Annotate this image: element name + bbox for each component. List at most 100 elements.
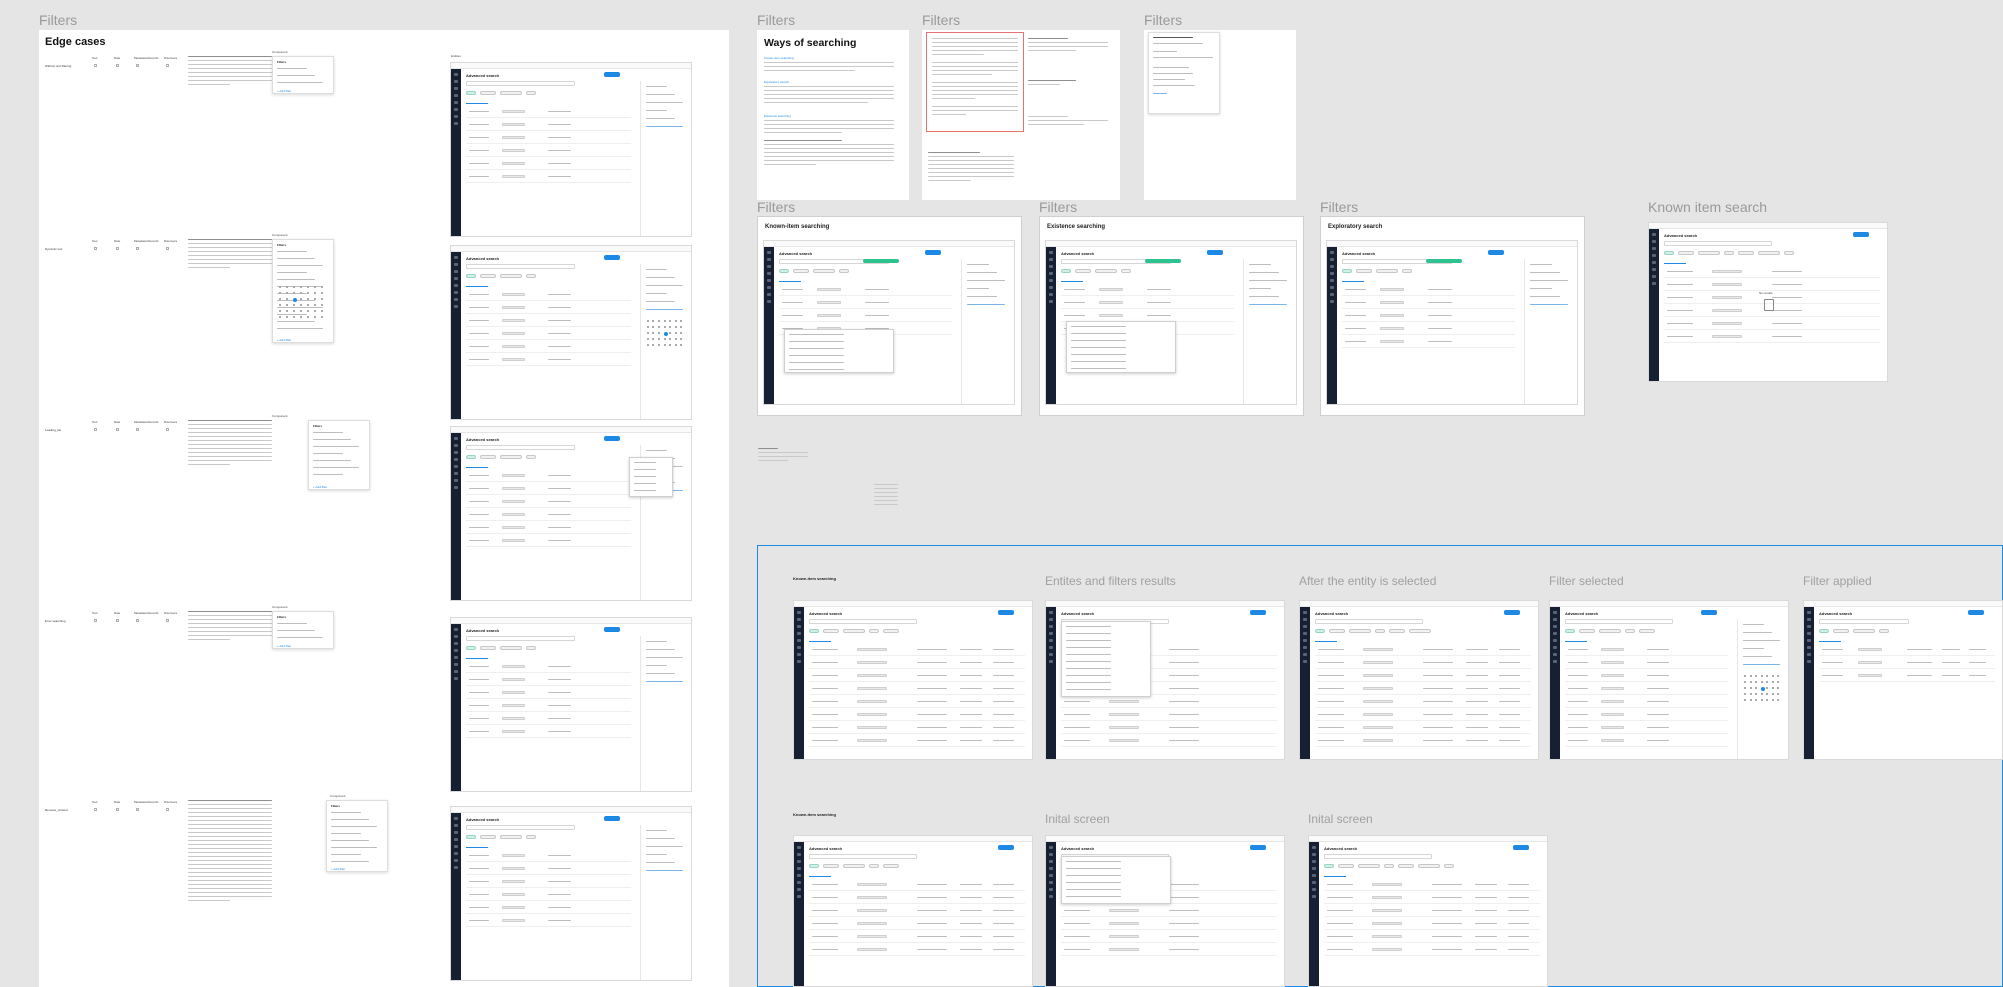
nav-icon[interactable] (1312, 867, 1316, 870)
filter-chip[interactable] (1565, 629, 1575, 633)
nav-icon[interactable] (1049, 279, 1053, 282)
filter-chip[interactable] (526, 835, 536, 839)
nav-icon[interactable] (1807, 653, 1811, 656)
nav-icon[interactable] (454, 817, 458, 820)
nav-icon[interactable] (1807, 611, 1811, 614)
calendar-day[interactable] (1760, 675, 1763, 677)
mini-primary-button[interactable] (1701, 610, 1718, 615)
nav-icon[interactable] (1049, 611, 1053, 614)
filter-chip[interactable] (1444, 864, 1454, 868)
nav-icon[interactable] (797, 653, 801, 656)
calendar-day[interactable] (279, 316, 281, 318)
mini-search-input[interactable] (466, 825, 575, 830)
nav-icon[interactable] (454, 479, 458, 482)
calendar-day[interactable] (321, 310, 323, 312)
mini-tab-active[interactable] (1061, 281, 1083, 282)
edge-checkbox[interactable] (136, 247, 139, 250)
calendar-day[interactable] (307, 286, 309, 288)
filter-chip[interactable] (1338, 864, 1354, 868)
filter-chip[interactable] (883, 629, 899, 633)
filter-chip[interactable] (1315, 629, 1325, 633)
nav-icon[interactable] (454, 458, 458, 461)
filter-chip[interactable] (1329, 629, 1345, 633)
mini-primary-button[interactable] (1487, 250, 1504, 255)
nav-icon[interactable] (454, 472, 458, 475)
calendar-day[interactable] (321, 316, 323, 318)
mini-tab-active[interactable] (809, 876, 831, 877)
filter-chip[interactable] (466, 91, 476, 95)
dropdown-item[interactable] (1066, 889, 1121, 891)
calendar-day[interactable] (307, 292, 309, 294)
dropdown-item[interactable] (634, 483, 656, 485)
nav-icon[interactable] (1049, 660, 1053, 663)
nav-icon[interactable] (1049, 653, 1053, 656)
dropdown-item[interactable] (1071, 347, 1126, 349)
filter-chip[interactable] (1389, 629, 1405, 633)
dropdown-item[interactable] (1066, 868, 1121, 870)
mini-search-input[interactable] (809, 854, 917, 859)
mini-primary-button[interactable] (603, 436, 620, 441)
nav-icon[interactable] (1049, 874, 1053, 877)
calendar-day[interactable] (669, 332, 672, 334)
filter-chip[interactable] (1409, 629, 1431, 633)
nav-icon[interactable] (1312, 881, 1316, 884)
nav-icon[interactable] (1049, 895, 1053, 898)
nav-icon[interactable] (454, 291, 458, 294)
calendar-day[interactable] (646, 344, 649, 346)
nav-icon[interactable] (1049, 258, 1053, 261)
calendar-day[interactable] (300, 316, 302, 318)
calendar-day[interactable] (279, 298, 281, 300)
nav-icon[interactable] (1330, 251, 1334, 254)
filter-chip[interactable] (500, 835, 522, 839)
mini-primary-button[interactable] (603, 627, 620, 632)
filter-chip[interactable] (1664, 251, 1674, 255)
mini-tab-active[interactable] (466, 847, 488, 848)
mini-search-input[interactable] (1565, 619, 1673, 624)
nav-icon[interactable] (767, 286, 771, 289)
nav-icon[interactable] (1049, 646, 1053, 649)
calendar-day[interactable] (657, 338, 660, 340)
nav-icon[interactable] (454, 94, 458, 97)
calendar-day[interactable] (657, 320, 660, 322)
nav-icon[interactable] (1049, 888, 1053, 891)
nav-icon[interactable] (1807, 660, 1811, 663)
filter-chip[interactable] (1625, 629, 1635, 633)
edge-checkbox[interactable] (116, 64, 119, 67)
edge-checkbox[interactable] (116, 808, 119, 811)
calendar-day[interactable] (674, 338, 677, 340)
nav-icon[interactable] (1652, 282, 1656, 285)
calendar-day[interactable] (286, 310, 288, 312)
calendar-day[interactable] (321, 292, 323, 294)
dropdown-item[interactable] (789, 369, 844, 371)
filter-chip[interactable] (869, 629, 879, 633)
nav-icon[interactable] (454, 642, 458, 645)
mini-tab-active[interactable] (466, 467, 488, 468)
calendar-day[interactable] (1766, 693, 1769, 695)
nav-icon[interactable] (454, 263, 458, 266)
calendar-day[interactable] (646, 332, 649, 334)
nav-icon[interactable] (1049, 853, 1053, 856)
mini-primary-button[interactable] (603, 255, 620, 260)
nav-icon[interactable] (1652, 247, 1656, 250)
mini-search-input[interactable] (466, 636, 575, 641)
nav-icon[interactable] (1330, 272, 1334, 275)
nav-icon[interactable] (1807, 632, 1811, 635)
mini-primary-button[interactable] (998, 845, 1014, 850)
mini-primary-button[interactable] (1968, 610, 1984, 615)
edge-checkbox[interactable] (166, 619, 169, 622)
edge-checkbox[interactable] (166, 64, 169, 67)
filter-chip[interactable] (883, 864, 899, 868)
calendar-day[interactable] (1777, 681, 1780, 683)
nav-icon[interactable] (1049, 846, 1053, 849)
filter-chip[interactable] (500, 91, 522, 95)
filter-chip[interactable] (809, 629, 819, 633)
filter-chip[interactable] (526, 455, 536, 459)
calendar-day[interactable] (669, 320, 672, 322)
edge-checkbox[interactable] (94, 428, 97, 431)
nav-icon[interactable] (1312, 860, 1316, 863)
nav-icon[interactable] (1049, 286, 1053, 289)
mini-primary-button[interactable] (1853, 232, 1869, 237)
filter-chip[interactable] (500, 646, 522, 650)
mini-tab-active[interactable] (779, 281, 801, 282)
nav-icon[interactable] (454, 635, 458, 638)
